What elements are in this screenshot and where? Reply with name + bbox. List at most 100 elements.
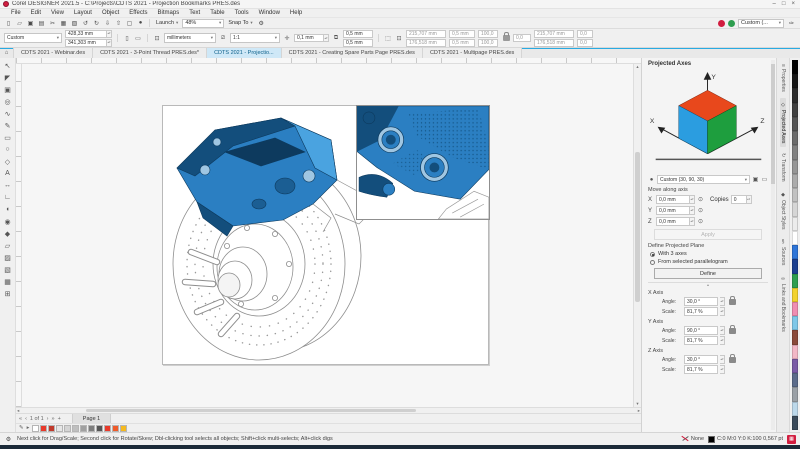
document-tab-2[interactable]: CDTS 2021 - 3-Point Thread PRES.des* (93, 48, 207, 58)
spinner[interactable]: ▴▾ (720, 326, 725, 335)
workspace-dropdown[interactable]: Custom (...▾ (738, 19, 784, 28)
minimize-button[interactable]: – (773, 1, 776, 7)
scroll-right-icon[interactable]: ▸ (638, 408, 640, 413)
rectangle-tool[interactable]: ▭ (2, 132, 14, 143)
spinner[interactable]: ▴▾ (720, 336, 725, 345)
page-border-icon[interactable]: ⊡ (153, 34, 161, 42)
treat-as-filled-icon[interactable]: ⬚ (384, 34, 392, 42)
copy-icon[interactable]: ▦ (59, 19, 68, 28)
scroll-up-icon[interactable]: ▴ (634, 64, 641, 70)
spinner[interactable]: ▴▾ (107, 30, 112, 38)
scale-field[interactable]: 81,7 % (684, 336, 718, 345)
spinner[interactable]: ▴▾ (690, 195, 695, 204)
color-swatch[interactable] (96, 425, 103, 432)
corel-cloud-icon[interactable] (718, 20, 725, 27)
color-swatch[interactable] (792, 387, 798, 401)
palette-options-icon[interactable]: ▸ (27, 425, 30, 431)
import-icon[interactable]: ⇩ (103, 19, 112, 28)
docker-collapse-divider[interactable]: ▴ (648, 282, 768, 287)
axis-target-icon[interactable]: ⊙ (697, 218, 704, 225)
color-swatch[interactable] (792, 359, 798, 373)
nudge-field[interactable]: 0,1 mm (294, 34, 324, 42)
spinner[interactable]: ▴▾ (720, 355, 725, 364)
vertical-ruler[interactable] (16, 64, 22, 407)
lock-icon[interactable] (729, 299, 736, 305)
docker-scrollbar[interactable] (771, 60, 775, 430)
object-x-field[interactable]: 215,707 mm (406, 30, 446, 38)
copies-field[interactable]: 0 (731, 195, 747, 204)
color-swatch[interactable] (120, 425, 127, 432)
next-page-button[interactable]: › (47, 416, 49, 422)
document-tab-3[interactable]: CDTS 2021 - Projectio... (207, 48, 282, 58)
object-y-field[interactable]: 176,518 mm (406, 39, 446, 47)
color-swatch[interactable] (792, 131, 798, 145)
color-swatch[interactable] (64, 425, 71, 432)
color-swatch[interactable] (792, 188, 798, 202)
fill-tool[interactable]: ▨ (2, 252, 14, 263)
color-swatch[interactable] (792, 117, 798, 131)
color-swatch[interactable] (32, 425, 39, 432)
horizontal-scroll-thumb[interactable] (86, 409, 416, 412)
skew-y-field[interactable]: 0,0 (577, 39, 593, 47)
menu-item-object[interactable]: Object (97, 10, 124, 16)
angle-field[interactable]: 30,0 ° (684, 297, 718, 306)
artistic-media-tool[interactable]: ✎ (2, 120, 14, 131)
zoom-tool[interactable]: ◎ (2, 96, 14, 107)
color-swatch[interactable] (792, 316, 798, 330)
undo-icon[interactable]: ↺ (81, 19, 90, 28)
spinner[interactable]: ▴▾ (720, 365, 725, 374)
document-tab-1[interactable]: CDTS 2021 - Webinar.des (14, 48, 93, 58)
color-swatch[interactable] (792, 288, 798, 302)
size2-width-field[interactable]: 215,707 mm (534, 30, 574, 38)
scroll-left-icon[interactable]: ◂ (17, 408, 19, 413)
angle-field[interactable]: 30,0 ° (684, 355, 718, 364)
dimension-tool[interactable]: ↔ (2, 180, 14, 191)
shape-tool[interactable]: ◤ (2, 72, 14, 83)
rotation-angle-field[interactable]: 0,0 (513, 34, 531, 42)
color-swatch[interactable] (48, 425, 55, 432)
docker-tab-projected-axes[interactable]: ◇Projected Axes (780, 98, 786, 147)
color-swatch[interactable] (792, 60, 798, 74)
zoom-level-combo[interactable]: 48%▾ (182, 19, 224, 28)
smart-fill-tool[interactable]: ▦ (2, 276, 14, 287)
last-page-button[interactable]: » (52, 416, 55, 422)
menu-item-file[interactable]: File (6, 10, 26, 16)
scale-field[interactable]: 81,7 % (684, 307, 718, 316)
angle-field[interactable]: 90,0 ° (684, 326, 718, 335)
axis-target-icon[interactable]: ⊙ (697, 196, 704, 203)
spinner[interactable]: ▴▾ (747, 195, 752, 204)
first-page-button[interactable]: « (19, 416, 22, 422)
scale-field[interactable]: 81,7 % (684, 365, 718, 374)
drawing-scale-dropdown[interactable]: 1:1▾ (230, 33, 280, 43)
snap-to-dropdown[interactable]: Snap To▾ (226, 20, 254, 26)
menu-item-layout[interactable]: Layout (69, 10, 97, 16)
pick-tool[interactable]: ↖ (2, 60, 14, 71)
restore-button[interactable]: □ (782, 1, 786, 7)
delete-preset-icon[interactable]: ▭ (761, 176, 768, 183)
menu-item-edit[interactable]: Edit (26, 10, 46, 16)
document-tab-5[interactable]: CDTS 2021 - Multipage PRES.des (423, 48, 522, 58)
fill-indicator[interactable]: None (681, 435, 704, 443)
launch-dropdown[interactable]: Launch▾ (154, 20, 180, 26)
skew-x-field[interactable]: 0,0 (577, 30, 593, 38)
color-swatch[interactable] (72, 425, 79, 432)
color-swatch[interactable] (56, 425, 63, 432)
spinner[interactable]: ▴▾ (690, 217, 695, 226)
spinner[interactable]: ▴▾ (107, 39, 112, 47)
outline-tool[interactable]: ▱ (2, 240, 14, 251)
color-swatch[interactable] (792, 274, 798, 288)
color-swatch[interactable] (792, 259, 798, 273)
color-swatch[interactable] (792, 345, 798, 359)
axis-target-icon[interactable]: ⊙ (697, 207, 704, 214)
color-swatch[interactable] (792, 330, 798, 344)
color-swatch[interactable] (792, 74, 798, 88)
touch-mode-icon[interactable]: ✑ (787, 19, 796, 28)
angle-wheel-icon[interactable]: ● (648, 176, 655, 183)
color-swatch[interactable] (792, 402, 798, 416)
page-height-field[interactable]: 341,303 mm (65, 39, 107, 47)
menu-item-window[interactable]: Window (254, 10, 285, 16)
duplicate-y-field[interactable]: 0,5 mm (343, 39, 373, 47)
document-tab-4[interactable]: CDTS 2021 - Creating Spare Parts Page PR… (282, 48, 423, 58)
color-swatch[interactable] (792, 416, 798, 430)
menu-item-tools[interactable]: Tools (230, 10, 254, 16)
